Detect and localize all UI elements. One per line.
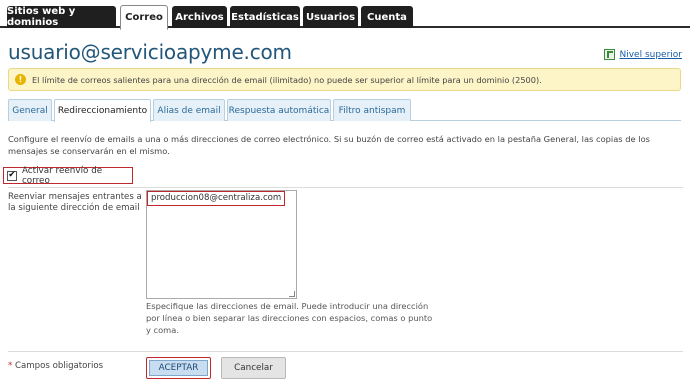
tab-estadisticas[interactable]: Estadísticas (230, 6, 300, 28)
tab-sitios-web[interactable]: Sitios web y dominios (7, 6, 116, 28)
enable-forwarding-checkbox[interactable]: ✔ (7, 170, 17, 181)
sub-tab-bar: General Redireccionamiento Alias de emai… (8, 99, 681, 122)
up-level-label[interactable]: Nivel superior (619, 50, 682, 60)
cancel-button[interactable]: Cancelar (221, 357, 286, 379)
tab-cuenta[interactable]: Cuenta (361, 6, 413, 28)
warning-banner: ! El límite de correos salientes para un… (8, 68, 681, 91)
forward-address-label: Reenviar mensajes entrantes a la siguien… (8, 192, 142, 213)
resize-grip-icon[interactable] (289, 291, 295, 297)
required-fields-text: Campos obligatorios (15, 361, 104, 371)
subtab-general[interactable]: General (8, 99, 52, 121)
up-level-link[interactable]: Nivel superior (604, 49, 682, 60)
forwarding-description: Configure el reenvío de emails a una o m… (8, 134, 650, 156)
required-star: * (8, 361, 13, 371)
footer-divider (8, 351, 683, 352)
tab-archivos[interactable]: Archivos (172, 6, 227, 28)
required-fields-note: * Campos obligatorios (8, 361, 103, 371)
warning-text: El límite de correos salientes para una … (32, 74, 542, 85)
subtab-alias-email[interactable]: Alias de email (153, 99, 225, 121)
subtab-respuesta-automatica[interactable]: Respuesta automática (227, 99, 331, 121)
enable-forwarding-label[interactable]: Activar reenvío de correo (22, 166, 132, 186)
accept-button-label[interactable]: ACEPTAR (149, 360, 208, 376)
page-title: usuario@servicioapyme.com (8, 40, 292, 64)
tab-correo[interactable]: Correo (120, 5, 168, 30)
divider (8, 187, 683, 188)
subtab-redireccionamiento[interactable]: Redireccionamiento (54, 99, 151, 122)
forward-help-text: Especifique las direcciones de email. Pu… (146, 301, 433, 335)
enable-forwarding-row[interactable]: ✔ Activar reenvío de correo (3, 166, 133, 186)
forward-address-textarea[interactable]: produccion08@centraliza.com (146, 190, 297, 299)
accept-button[interactable]: ACEPTAR (146, 357, 211, 379)
up-arrow-icon (604, 49, 616, 60)
exclamation-icon: ! (15, 74, 26, 85)
main-tab-bar: Sitios web y dominios Correo Archivos Es… (0, 0, 690, 30)
subtab-filtro-antispam[interactable]: Filtro antispam (333, 99, 411, 121)
tab-usuarios[interactable]: Usuarios (303, 6, 358, 28)
forward-address-value[interactable]: produccion08@centraliza.com (147, 191, 286, 206)
